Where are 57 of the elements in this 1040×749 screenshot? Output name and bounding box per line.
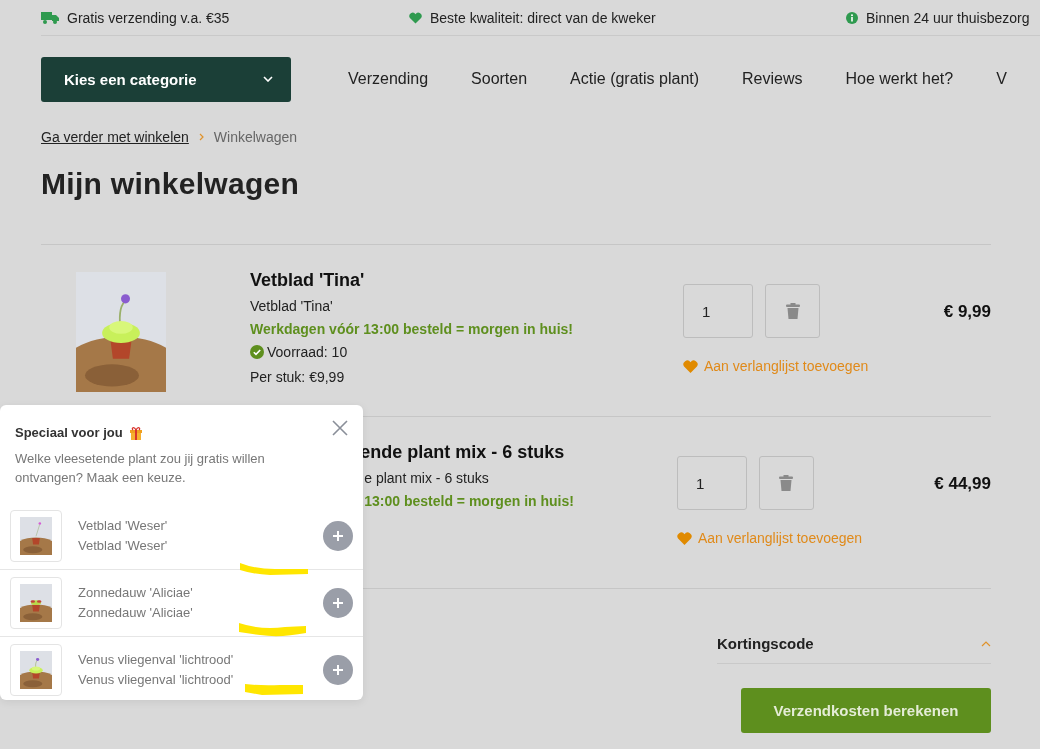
usp-text: Binnen 24 uur thuisbezorg <box>866 9 1030 26</box>
heart-icon <box>676 531 692 545</box>
nav-link[interactable]: V <box>996 70 1007 87</box>
add-button[interactable] <box>323 655 353 685</box>
product-subtitle: e plant mix - 6 stuks <box>364 470 490 486</box>
option-subtitle: Venus vliegenval 'lichtrood' <box>78 671 234 689</box>
delivery-note: 13:00 besteld = morgen in huis! <box>364 493 575 509</box>
highlight-mark <box>240 563 308 575</box>
gift-icon <box>128 425 143 440</box>
chevron-right-icon <box>198 133 204 141</box>
chevron-down-icon <box>263 76 273 82</box>
heart-icon <box>683 359 698 373</box>
option-subtitle: Vetblad 'Weser' <box>78 537 168 555</box>
add-button[interactable] <box>323 521 353 551</box>
nav-link[interactable]: Hoe werkt het? <box>845 70 954 87</box>
option-name[interactable]: Zonnedauw 'Aliciae' <box>78 583 193 603</box>
delete-button[interactable] <box>765 284 820 338</box>
usp-text: Beste kwaliteit: direct van de kweker <box>430 9 656 26</box>
add-button[interactable] <box>323 588 353 618</box>
plus-icon <box>332 597 344 609</box>
unit-price: Per stuk: €9,99 <box>250 369 346 385</box>
close-icon <box>332 420 348 436</box>
nav-link[interactable]: Reviews <box>742 70 803 87</box>
item-price: € 9,99 <box>943 302 991 321</box>
stock-text: Voorraad: 10 <box>267 344 348 360</box>
breadcrumb-link[interactable]: Ga verder met winkelen <box>41 129 189 145</box>
close-button[interactable] <box>330 418 350 438</box>
popup-title: Speciaal voor jou <box>15 425 123 440</box>
option-name[interactable]: Vetblad 'Weser' <box>78 516 168 536</box>
popup-description: Welke vleesetende plant zou jij gratis willen ontvangen? Maak een keuze. <box>15 450 266 487</box>
delete-button[interactable] <box>758 456 814 510</box>
discount-code-toggle[interactable]: Kortingscode <box>717 624 991 664</box>
check-circle-icon <box>250 345 264 359</box>
trash-icon <box>779 475 794 491</box>
breadcrumb-current: Winkelwagen <box>213 129 298 145</box>
delivery-note: Werkdagen vóór 13:00 besteld = morgen in huis! <box>250 321 574 337</box>
option-subtitle: Zonnedauw 'Aliciae' <box>78 604 193 622</box>
product-name[interactable]: Vetblad 'Tina' <box>250 270 683 291</box>
nav-link[interactable]: Soorten <box>471 70 528 87</box>
quantity-field[interactable]: 1 <box>683 284 753 338</box>
usp-text: Gratis verzending v.a. €35 <box>67 9 230 26</box>
nav-link[interactable]: Verzending <box>348 70 429 87</box>
product-subtitle: Vetblad 'Tina' <box>250 298 334 314</box>
option-name[interactable]: Venus vliegenval 'lichtrood' <box>78 650 234 670</box>
quantity-field[interactable]: 1 <box>676 456 747 510</box>
trash-icon <box>785 303 800 319</box>
nav-link[interactable]: Actie (gratis plant) <box>570 70 700 87</box>
highlight-mark <box>245 684 303 695</box>
page-title: Mijn winkelwagen <box>41 167 301 201</box>
item-price: € 44,99 <box>934 474 991 493</box>
plus-icon <box>332 530 344 542</box>
truck-icon <box>41 11 59 24</box>
plus-icon <box>332 664 344 676</box>
heart-icon <box>409 11 422 24</box>
highlight-mark <box>239 623 306 637</box>
category-dropdown[interactable]: Kies een categorie <box>41 56 291 102</box>
info-icon <box>846 11 858 24</box>
